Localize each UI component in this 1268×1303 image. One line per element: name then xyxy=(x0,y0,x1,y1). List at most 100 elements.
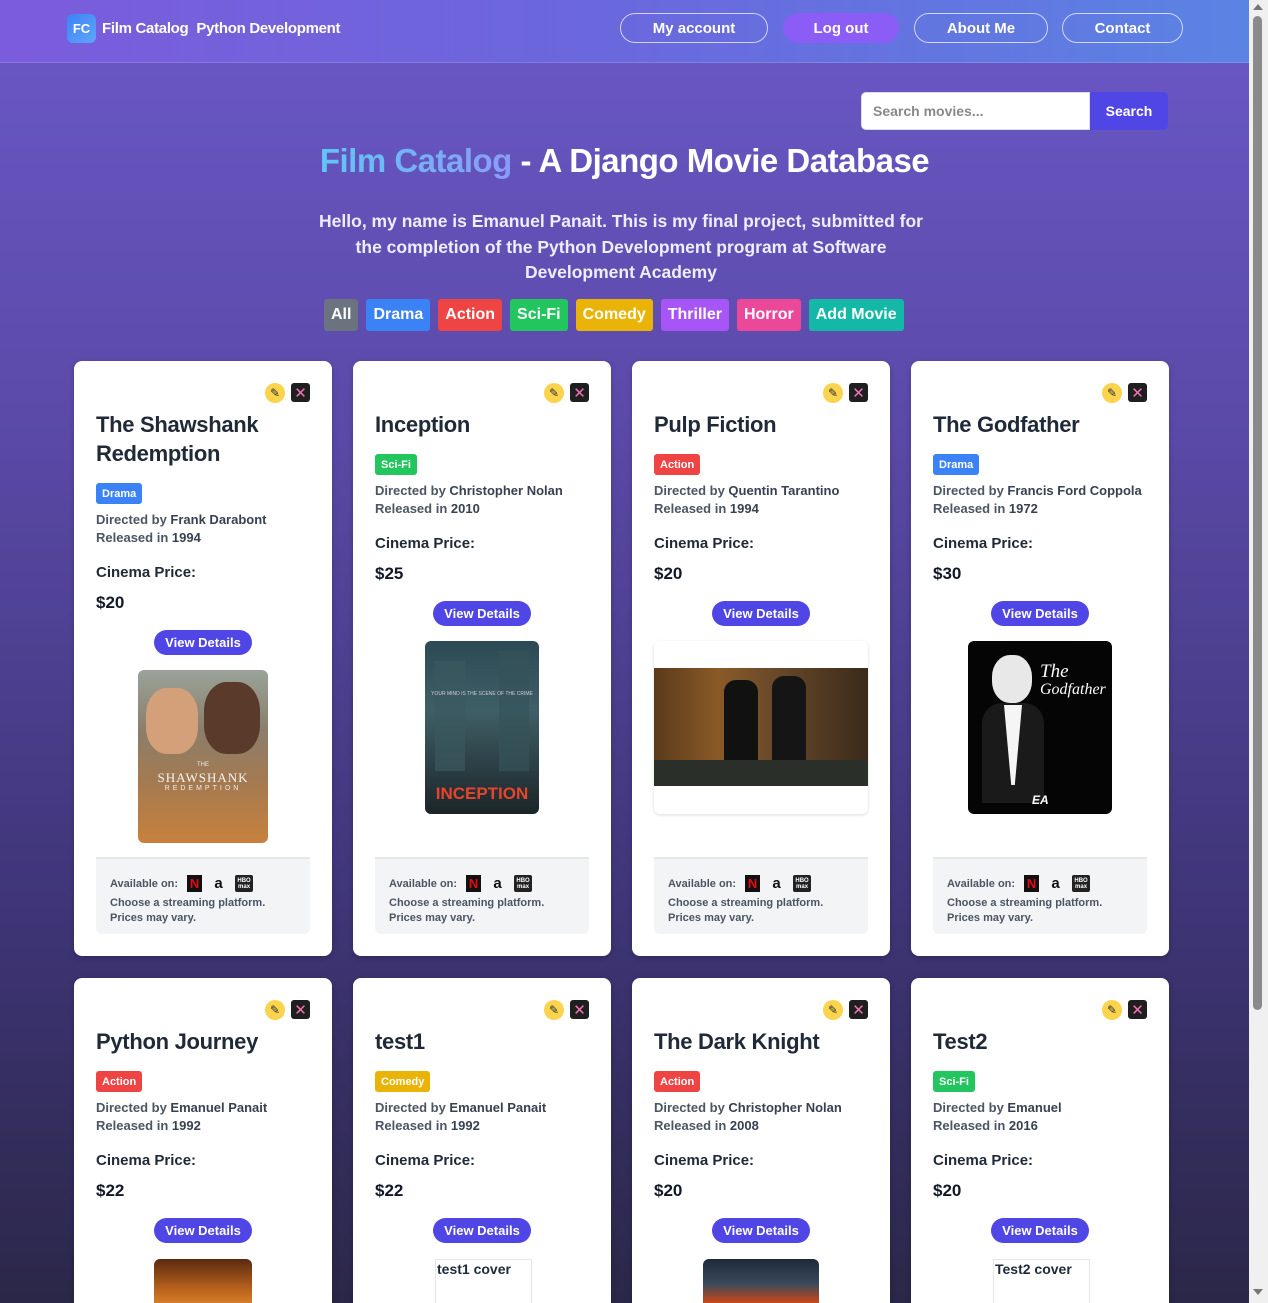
hbo-max-icon[interactable]: HBO max xyxy=(1072,875,1091,892)
streaming-row: Available on: N a HBO max xyxy=(947,875,1133,892)
broken-cover-image[interactable]: test1 cover xyxy=(435,1259,532,1303)
poster-title: Godfather xyxy=(1040,681,1106,698)
released-in-label: Released in xyxy=(375,501,451,516)
filter-sci-fi[interactable]: Sci-Fi xyxy=(510,299,568,331)
poster-dark-knight[interactable] xyxy=(703,1259,819,1303)
streaming-box: Available on: N a HBO max Choose a strea… xyxy=(654,857,868,934)
scrollbar[interactable] xyxy=(1249,0,1268,1303)
director-name: Emanuel xyxy=(1007,1100,1062,1115)
delete-x-icon[interactable]: ✕ xyxy=(570,1000,589,1019)
filter-drama[interactable]: Drama xyxy=(366,299,431,331)
search-input[interactable] xyxy=(861,92,1090,130)
streaming-box: Available on: N a HBO max Choose a strea… xyxy=(933,857,1147,934)
filter-comedy[interactable]: Comedy xyxy=(575,299,653,331)
edit-pencil-icon[interactable]: ✎ xyxy=(265,1000,285,1020)
movie-card: ✎ ✕ test1 Comedy Directed by Emanuel Pan… xyxy=(353,978,611,1303)
edit-pencil-icon[interactable]: ✎ xyxy=(823,1000,843,1020)
hbo-max-icon[interactable]: HBO max xyxy=(793,875,812,892)
delete-x-icon[interactable]: ✕ xyxy=(849,1000,868,1019)
cinema-price: $22 xyxy=(375,1181,404,1200)
netflix-icon[interactable]: N xyxy=(466,875,482,892)
cinema-price: $20 xyxy=(933,1181,962,1200)
brand[interactable]: FC Film Catalog Python Development xyxy=(67,14,341,43)
edit-pencil-icon[interactable]: ✎ xyxy=(1102,383,1122,403)
broken-cover-image[interactable]: Test2 cover xyxy=(993,1259,1090,1303)
filter-horror[interactable]: Horror xyxy=(736,299,801,331)
view-details-button[interactable]: View Details xyxy=(712,1218,810,1243)
amazon-icon[interactable]: a xyxy=(1048,875,1063,892)
edit-pencil-icon[interactable]: ✎ xyxy=(1102,1000,1122,1020)
hbo-max-icon[interactable]: HBO max xyxy=(514,875,533,892)
page: FC Film Catalog Python Development My ac… xyxy=(0,0,1249,1303)
contact-button[interactable]: Contact xyxy=(1062,13,1183,43)
netflix-icon[interactable]: N xyxy=(1024,875,1040,892)
scroll-thumb[interactable] xyxy=(1253,16,1262,1010)
my-account-button[interactable]: My account xyxy=(620,13,768,43)
release-year: 1994 xyxy=(171,530,201,545)
edit-pencil-icon[interactable]: ✎ xyxy=(823,383,843,403)
amazon-icon[interactable]: a xyxy=(490,875,505,892)
edit-pencil-icon[interactable]: ✎ xyxy=(265,383,285,403)
amazon-icon[interactable]: a xyxy=(769,875,784,892)
scroll-up-arrow-icon[interactable] xyxy=(1253,4,1263,10)
hbo-max-icon[interactable]: HBO max xyxy=(235,875,254,892)
release-line: Released in 2008 xyxy=(654,1117,759,1135)
poster-inception[interactable]: YOUR MIND IS THE SCENE OF THE CRIME INCE… xyxy=(425,641,539,814)
delete-x-icon[interactable]: ✕ xyxy=(291,1000,310,1019)
filter-add-movie[interactable]: Add Movie xyxy=(808,299,904,331)
director-line: Directed by Christopher Nolan xyxy=(375,482,563,500)
view-details-button[interactable]: View Details xyxy=(154,1218,252,1243)
about-me-button[interactable]: About Me xyxy=(914,13,1048,43)
movie-title: Pulp Fiction xyxy=(654,412,777,437)
directed-by-label: Directed by xyxy=(933,483,1008,498)
delete-x-icon[interactable]: ✕ xyxy=(291,383,310,402)
poster-pulp-fiction[interactable] xyxy=(654,641,868,814)
poster-python-journey[interactable] xyxy=(154,1259,252,1303)
search-button[interactable]: Search xyxy=(1090,92,1168,130)
filter-thriller[interactable]: Thriller xyxy=(660,299,729,331)
view-details-button[interactable]: View Details xyxy=(991,1218,1089,1243)
cinema-price-label: Cinema Price: xyxy=(375,1152,476,1169)
stream-note: Choose a streaming platform. Prices may … xyxy=(110,896,296,926)
delete-x-icon[interactable]: ✕ xyxy=(849,383,868,402)
genre-badge: Action xyxy=(654,1071,701,1092)
delete-x-icon[interactable]: ✕ xyxy=(1128,1000,1147,1019)
netflix-icon[interactable]: N xyxy=(187,875,203,892)
scroll-down-arrow-icon[interactable] xyxy=(1253,1289,1263,1295)
delete-x-icon[interactable]: ✕ xyxy=(570,383,589,402)
search-form: Search xyxy=(861,92,1168,130)
directed-by-label: Directed by xyxy=(375,1100,450,1115)
poster-title: SHAWSHANK xyxy=(157,770,249,785)
view-details-button[interactable]: View Details xyxy=(154,630,252,655)
poster-shawshank[interactable]: THE SHAWSHANK REDEMPTION xyxy=(138,670,268,843)
movie-card: ✎ ✕ Python Journey Action Directed by Em… xyxy=(74,978,332,1303)
poster-godfather[interactable]: The Godfather EA xyxy=(968,641,1112,814)
edit-pencil-icon[interactable]: ✎ xyxy=(544,383,564,403)
release-line: Released in 1992 xyxy=(96,1117,201,1135)
director-name: Frank Darabont xyxy=(170,512,267,527)
view-details-button[interactable]: View Details xyxy=(991,601,1089,626)
movie-card: ✎ ✕ Test2 Sci-Fi Directed by Emanuel Rel… xyxy=(911,978,1169,1303)
release-line: Released in 1972 xyxy=(933,500,1038,518)
director-line: Directed by Emanuel Panait xyxy=(375,1099,546,1117)
edit-pencil-icon[interactable]: ✎ xyxy=(544,1000,564,1020)
director-name: Christopher Nolan xyxy=(449,483,563,498)
stream-note-line-1: Choose a streaming platform. xyxy=(389,897,545,909)
netflix-icon[interactable]: N xyxy=(745,875,761,892)
genre-filters: All Drama Action Sci-Fi Comedy Thriller Horror… xyxy=(324,299,904,331)
cinema-price: $25 xyxy=(375,564,404,583)
delete-x-icon[interactable]: ✕ xyxy=(1128,383,1147,402)
amazon-icon[interactable]: a xyxy=(211,875,226,892)
release-line: Released in 2016 xyxy=(933,1117,1038,1135)
filter-all[interactable]: All xyxy=(324,299,359,331)
release-line: Released in 1992 xyxy=(375,1117,480,1135)
view-details-button[interactable]: View Details xyxy=(433,1218,531,1243)
logout-button[interactable]: Log out xyxy=(783,13,899,43)
director-name: Emanuel Panait xyxy=(170,1100,268,1115)
view-details-button[interactable]: View Details xyxy=(712,601,810,626)
view-details-button[interactable]: View Details xyxy=(433,601,531,626)
filter-action[interactable]: Action xyxy=(438,299,503,331)
movie-card: ✎ ✕ The Shawshank Redemption Drama Direc… xyxy=(74,361,332,956)
brand-subtitle: Python Development xyxy=(196,20,341,37)
release-line: Released in 2010 xyxy=(375,500,480,518)
